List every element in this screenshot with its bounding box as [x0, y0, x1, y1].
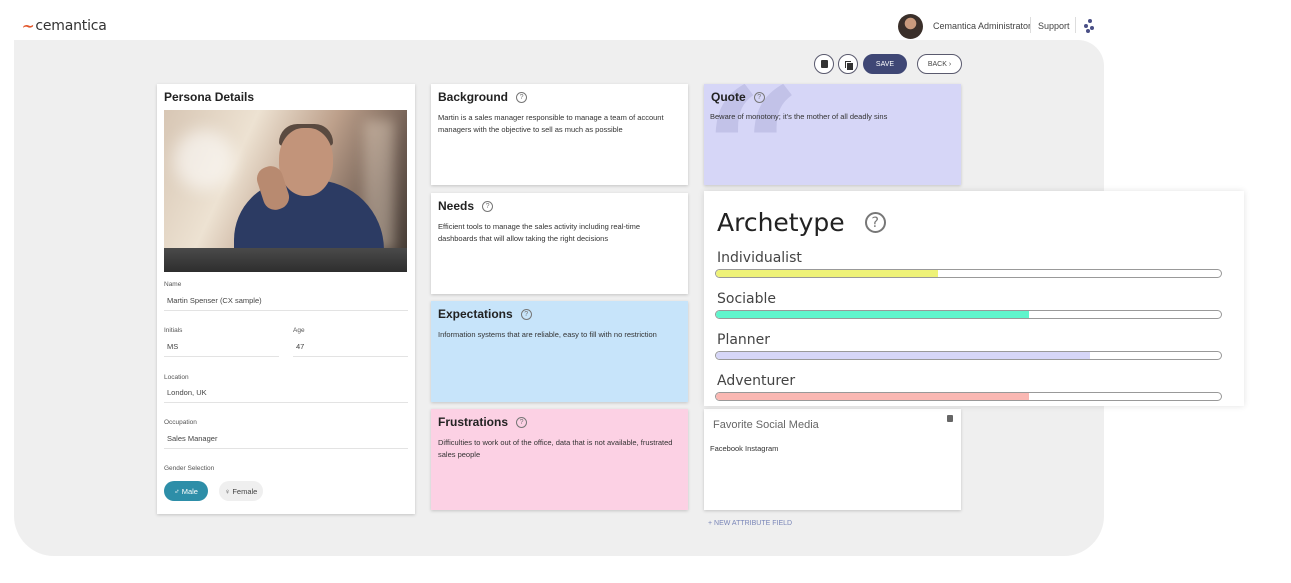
initials-label: Initials [164, 327, 183, 334]
frustrations-title-text: Frustrations [438, 415, 509, 429]
needs-title-text: Needs [438, 199, 475, 213]
archetype-label: Adventurer [717, 373, 796, 389]
archetype-bar-adventurer[interactable] [715, 392, 1222, 401]
help-icon[interactable]: ? [753, 91, 765, 103]
gender-male-button[interactable]: ♂ Male [164, 481, 208, 501]
logo-text: cemantica [35, 18, 107, 34]
quote-text[interactable]: Beware of monotony; it's the mother of a… [710, 111, 950, 123]
trash-icon[interactable] [947, 415, 953, 422]
location-field[interactable]: London, UK [164, 387, 408, 403]
needs-card[interactable]: Needs? Efficient tools to manage the sal… [431, 193, 688, 294]
expectations-title-text: Expectations [438, 307, 513, 321]
help-icon[interactable]: ? [516, 416, 528, 428]
initials-field[interactable]: MS [164, 341, 279, 357]
background-card[interactable]: Background? Martin is a sales manager re… [431, 84, 688, 185]
help-icon[interactable]: ? [520, 308, 532, 320]
expectations-card[interactable]: Expectations? Information systems that a… [431, 301, 688, 402]
archetype-bar-sociable[interactable] [715, 310, 1222, 319]
divider [1030, 17, 1031, 33]
help-icon[interactable]: ? [482, 200, 494, 212]
back-button[interactable]: BACK › [917, 54, 962, 74]
support-link[interactable]: Support [1038, 21, 1070, 31]
new-attribute-field-link[interactable]: + NEW ATTRIBUTE FIELD [708, 520, 792, 527]
divider [1075, 17, 1076, 33]
background-title: Background? [438, 90, 528, 104]
archetype-label: Planner [717, 332, 771, 348]
save-button[interactable]: SAVE [863, 54, 907, 74]
help-icon[interactable]: ? [516, 91, 528, 103]
frustrations-title: Frustrations? [438, 415, 528, 429]
archetype-bar-fill [716, 311, 1030, 318]
background-title-text: Background [438, 90, 509, 104]
name-field[interactable]: Martin Spenser (CX sample) [164, 295, 408, 311]
quote-title: Quote? [711, 90, 765, 104]
archetype-label: Individualist [717, 250, 802, 266]
help-icon[interactable]: ? [864, 212, 886, 233]
top-bar: ~ cemantica Cemantica Administrator Suppo… [0, 0, 1291, 44]
social-media-text[interactable]: Facebook Instagram [710, 444, 778, 453]
delete-button[interactable] [814, 54, 834, 74]
avatar[interactable] [898, 14, 923, 39]
needs-title: Needs? [438, 199, 494, 213]
quote-title-text: Quote [711, 90, 746, 104]
archetype-title-text: Archetype [717, 208, 845, 237]
trash-icon [820, 60, 828, 68]
duplicate-button[interactable] [838, 54, 858, 74]
quote-card[interactable]: “ Quote? Beware of monotony; it's the mo… [704, 84, 961, 185]
name-label: Name [164, 281, 182, 288]
occupation-field[interactable]: Sales Manager [164, 433, 408, 449]
archetype-bar-individualist[interactable] [715, 269, 1222, 278]
expectations-title: Expectations? [438, 307, 532, 321]
social-media-title: Favorite Social Media [713, 419, 819, 431]
archetype-title: Archetype? [717, 208, 886, 237]
persona-details-title: Persona Details [164, 90, 255, 104]
persona-details-card: Persona Details Name Martin Spenser (CX … [157, 84, 415, 514]
archetype-bar-planner[interactable] [715, 351, 1222, 360]
frustrations-text[interactable]: Difficulties to work out of the office, … [438, 437, 683, 461]
archetype-label: Sociable [717, 291, 777, 307]
cemantica-logo[interactable]: ~ cemantica [20, 17, 107, 35]
gender-female-button[interactable]: ♀ Female [219, 481, 263, 501]
archetype-bar-fill [716, 270, 939, 277]
location-label: Location [164, 374, 189, 381]
age-label: Age [293, 327, 305, 334]
archetype-bar-fill [716, 352, 1090, 359]
archetype-panel: Archetype? Individualist Sociable Planne… [704, 191, 1244, 406]
occupation-label: Occupation [164, 419, 197, 426]
archetype-bar-fill [716, 393, 1030, 400]
social-media-card[interactable]: Favorite Social Media Facebook Instagram [704, 409, 961, 510]
age-field[interactable]: 47 [293, 341, 408, 357]
expectations-text[interactable]: Information systems that are reliable, e… [438, 329, 678, 341]
org-icon[interactable] [1083, 19, 1097, 33]
gender-label: Gender Selection [164, 465, 215, 472]
background-text[interactable]: Martin is a sales manager responsible to… [438, 112, 678, 136]
needs-text[interactable]: Efficient tools to manage the sales acti… [438, 221, 678, 245]
copy-icon [844, 60, 854, 71]
persona-photo[interactable] [164, 110, 407, 272]
user-name[interactable]: Cemantica Administrator [933, 21, 1031, 31]
frustrations-card[interactable]: Frustrations? Difficulties to work out o… [431, 409, 688, 510]
